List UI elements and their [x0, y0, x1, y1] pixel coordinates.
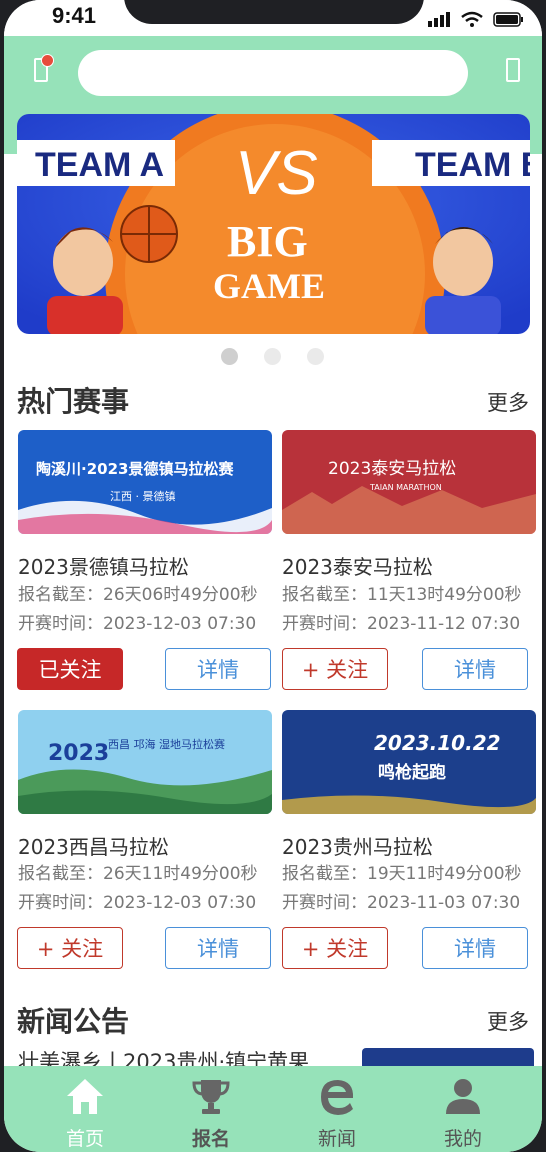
poster-subtitle: 江西 · 景德镇 — [110, 489, 176, 503]
tab-label: 我的 — [443, 1128, 482, 1150]
big-label: BIG — [227, 217, 308, 266]
signal-wifi-battery-icon — [428, 11, 523, 27]
tab-signup[interactable]: 报名 — [156, 1066, 266, 1152]
event-deadline: 报名截至：19天11时49分00秒 — [282, 864, 522, 884]
app-screen: 9:41 TEAM A TEAM VS BIG GAME 热门赛事 更多 陶溪川… — [4, 0, 542, 1152]
poster-title: 陶溪川·2023景德镇马拉松赛 — [36, 460, 234, 478]
xichang-poster-image: 2023 西昌 邛海 湿地马拉松赛 — [18, 710, 272, 814]
poster-title: 2023 — [48, 741, 109, 766]
tab-label: 报名 — [191, 1128, 230, 1150]
follow-button[interactable]: + 关注 — [282, 648, 388, 690]
status-time: 9:41 — [52, 3, 97, 28]
poster-subtitle: 西昌 邛海 湿地马拉松赛 — [108, 737, 225, 751]
event-name[interactable]: 2023景德镇马拉松 — [18, 551, 189, 580]
game-label: GAME — [213, 266, 325, 306]
user-icon — [446, 1079, 480, 1114]
poster-title: 2023.10.22 — [374, 731, 501, 755]
event-start-time: 开赛时间：2023-12-03 07:30 — [18, 614, 257, 634]
taian-poster-image: 2023泰安马拉松 TAIAN MARATHON — [282, 430, 536, 534]
status-bar: 9:41 — [4, 0, 542, 36]
follow-button[interactable]: + 关注 — [17, 927, 123, 969]
event-name[interactable]: 2023西昌马拉松 — [18, 831, 169, 860]
event-name[interactable]: 2023贵州马拉松 — [282, 831, 433, 860]
carousel-dot-active[interactable] — [221, 348, 238, 365]
event-poster[interactable]: 2023泰安马拉松 TAIAN MARATHON — [282, 430, 536, 534]
news-section-title: 新闻公告 — [17, 1005, 130, 1038]
detail-button[interactable]: 详情 — [422, 927, 528, 969]
news-more-link[interactable]: 更多 — [487, 1006, 529, 1036]
event-deadline: 报名截至：26天11时49分00秒 — [18, 864, 258, 884]
event-deadline: 报名截至：11天13时49分00秒 — [282, 585, 522, 605]
carousel-dot[interactable] — [307, 348, 324, 365]
vs-label: VS — [235, 139, 318, 208]
poster-title: 2023泰安马拉松 — [328, 459, 456, 479]
tab-news[interactable]: 新闻 — [282, 1066, 392, 1152]
tab-mine[interactable]: 我的 — [408, 1066, 518, 1152]
banner-carousel[interactable]: TEAM A TEAM B VS BIG GAME — [17, 114, 530, 334]
hot-events-more-link[interactable]: 更多 — [487, 387, 529, 417]
message-icon[interactable] — [506, 58, 520, 82]
detail-button[interactable]: 详情 — [422, 648, 528, 690]
device-notch — [124, 0, 424, 24]
jingdezhen-poster-image: 陶溪川·2023景德镇马拉松赛 江西 · 景德镇 — [18, 430, 272, 534]
event-poster[interactable]: 2023.10.22 鸣枪起跑 — [282, 710, 536, 814]
tab-label: 首页 — [65, 1128, 104, 1150]
guizhou-poster-image: 2023.10.22 鸣枪起跑 — [282, 710, 536, 814]
poster-subtitle: 鸣枪起跑 — [378, 762, 446, 783]
search-input[interactable] — [78, 50, 468, 96]
event-poster[interactable]: 2023 西昌 邛海 湿地马拉松赛 — [18, 710, 272, 814]
notification-dot — [41, 54, 54, 67]
event-deadline: 报名截至：26天06时49分00秒 — [18, 585, 258, 605]
followed-button[interactable]: 已关注 — [17, 648, 123, 690]
event-start-time: 开赛时间：2023-11-03 07:30 — [282, 893, 521, 913]
tab-label: 新闻 — [317, 1128, 356, 1150]
phone-frame: 9:41 TEAM A TEAM VS BIG GAME 热门赛事 更多 陶溪川… — [0, 0, 546, 1152]
banner-image: TEAM A TEAM B VS BIG GAME — [17, 114, 530, 334]
event-name[interactable]: 2023泰安马拉松 — [282, 551, 433, 580]
follow-button[interactable]: + 关注 — [282, 927, 388, 969]
detail-button[interactable]: 详情 — [165, 648, 271, 690]
carousel-dot[interactable] — [264, 348, 281, 365]
bottom-tab-bar: 首页 报名 新闻 我的 — [4, 1066, 542, 1152]
hot-events-title: 热门赛事 — [17, 385, 130, 418]
event-poster[interactable]: 陶溪川·2023景德镇马拉松赛 江西 · 景德镇 — [18, 430, 272, 534]
event-start-time: 开赛时间：2023-12-03 07:30 — [18, 893, 257, 913]
event-start-time: 开赛时间：2023-11-12 07:30 — [282, 614, 521, 634]
poster-subtitle: TAIAN MARATHON — [369, 483, 442, 492]
tab-home[interactable]: 首页 — [30, 1066, 140, 1152]
team-a-label: TEAM A — [35, 146, 164, 184]
browser-e-icon — [321, 1080, 354, 1115]
carousel-indicators — [4, 348, 542, 366]
trophy-icon — [192, 1080, 230, 1114]
detail-button[interactable]: 详情 — [165, 927, 271, 969]
team-b-label: TEAM B — [415, 146, 530, 184]
home-icon — [67, 1079, 103, 1114]
